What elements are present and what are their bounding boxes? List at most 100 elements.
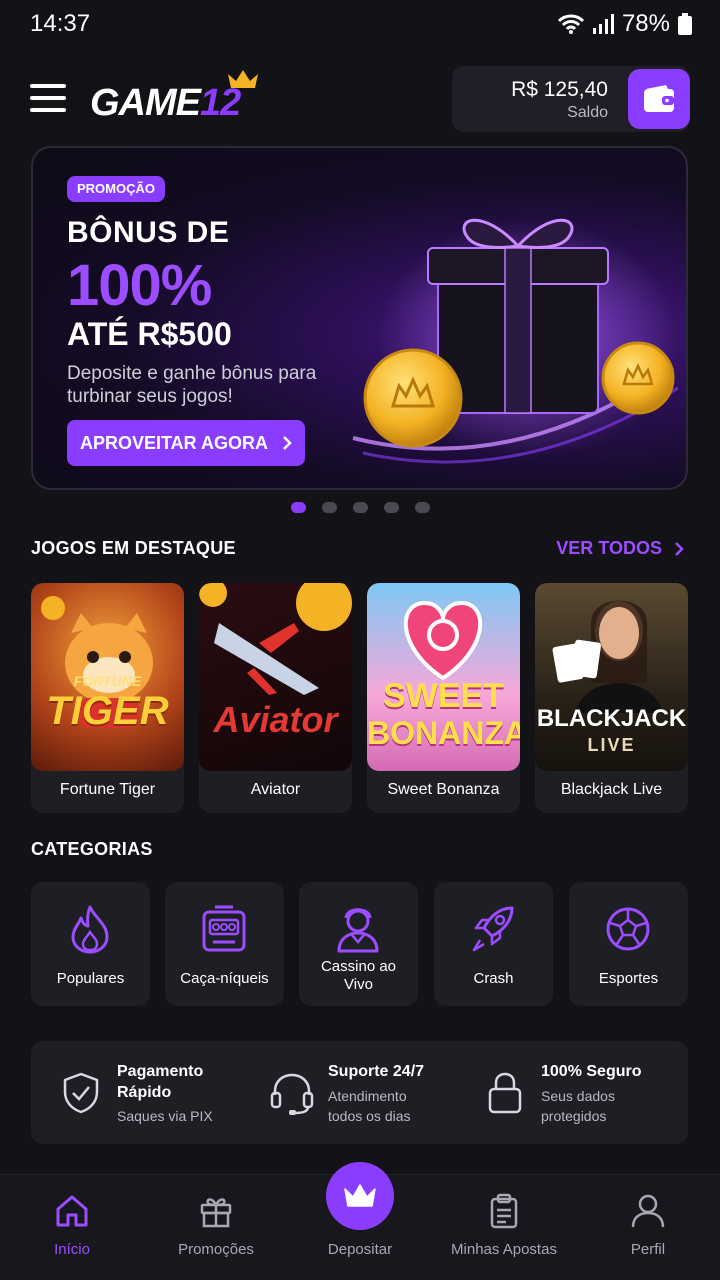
game-logo-text: BLACKJACK: [536, 705, 687, 732]
home-icon: [56, 1195, 88, 1227]
game-name: Aviator: [250, 781, 301, 798]
signal-icon: [592, 14, 614, 34]
game-card-blackjack-live[interactable]: BLACKJACK LIVE Blackjack Live: [535, 583, 688, 813]
game-card-fortune-tiger[interactable]: FORTUNE TIGER Fortune Tiger: [31, 583, 184, 813]
banner-dot[interactable]: [291, 502, 306, 513]
category-caca-niqueis[interactable]: Caça-níqueis: [165, 882, 284, 1006]
nav-label: Minhas Apostas: [451, 1241, 557, 1258]
game-thumbnail: BLACKJACK LIVE: [535, 583, 688, 771]
chevron-right-icon: [675, 541, 684, 556]
balance-label: Saldo: [567, 104, 608, 121]
promo-badge: PROMOÇÃO: [67, 176, 165, 202]
nav-my-bets[interactable]: Minhas Apostas: [432, 1175, 576, 1280]
categories-list: Populares Caça-níqueis Cassino ao Vivo C…: [31, 882, 688, 1006]
feature-subtitle: Seus dados protegidos: [541, 1088, 615, 1124]
balance-box[interactable]: R$ 125,40 Saldo: [452, 66, 690, 132]
banner-dot[interactable]: [322, 502, 337, 513]
category-label: Crash: [473, 970, 514, 987]
game-thumbnail: FORTUNE TIGER: [31, 583, 184, 771]
banner-subheadline: ATÉ R$500: [67, 316, 232, 352]
soccer-ball-icon: [606, 907, 650, 951]
banner-dot[interactable]: [384, 502, 399, 513]
shield-check-icon: [63, 1072, 99, 1114]
category-crash[interactable]: Crash: [434, 882, 553, 1006]
app-header: GAME12 R$ 125,40 Saldo: [30, 64, 690, 134]
claim-bonus-label: APROVEITAR AGORA: [79, 432, 268, 453]
banner-description: Deposite e ganhe bônus para turbinar seu…: [67, 363, 317, 407]
game-logo-text: Aviator: [213, 699, 338, 740]
banner-highlight: 100%: [67, 253, 212, 318]
headset-icon: [270, 1073, 314, 1115]
airplane-illustration: [199, 583, 352, 695]
category-cassino-ao-vivo[interactable]: Cassino ao Vivo: [299, 882, 418, 1006]
wallet-icon: [644, 85, 674, 112]
nav-promotions[interactable]: Promoções: [144, 1175, 288, 1280]
feature-subtitle: Saques via PIX: [117, 1108, 213, 1124]
game-name: Blackjack Live: [560, 781, 663, 798]
gift-icon: [200, 1198, 232, 1228]
category-label: Cassino ao Vivo: [320, 958, 397, 993]
battery-percent: 78%: [621, 10, 670, 37]
feature-support: Suporte 24/7 Atendimento todos os dias: [261, 1041, 471, 1144]
category-label: Populares: [56, 970, 125, 987]
nav-label: Depositar: [327, 1241, 393, 1258]
game-logo-text: FORTUNE: [73, 673, 142, 689]
deposit-button[interactable]: [326, 1162, 394, 1230]
featured-games-list: FORTUNE TIGER Fortune Tiger Aviator Avia…: [31, 583, 688, 813]
promo-banner[interactable]: PROMOÇÃO BÔNUS DE 100% ATÉ R$500 Deposit…: [31, 146, 688, 490]
game-thumbnail: SWEET BONANZA: [367, 583, 520, 771]
user-icon: [631, 1194, 665, 1228]
game-card-aviator[interactable]: Aviator Aviator: [199, 583, 352, 813]
nav-profile[interactable]: Perfil: [576, 1175, 720, 1280]
lock-icon: [488, 1072, 522, 1114]
feature-fast-payment: Pagamento Rápido Saques via PIX: [31, 1041, 251, 1144]
balance-amount: R$ 125,40: [511, 78, 608, 101]
features-strip: Pagamento Rápido Saques via PIX Suporte …: [31, 1041, 688, 1144]
feature-title: 100% Seguro: [541, 1063, 642, 1080]
gift-coins-illustration: [352, 218, 679, 464]
crown-icon: [228, 70, 258, 88]
banner-dot[interactable]: [415, 502, 430, 513]
game-card-sweet-bonanza[interactable]: SWEET BONANZA Sweet Bonanza: [367, 583, 520, 813]
banner-dot[interactable]: [353, 502, 368, 513]
feature-title: Suporte 24/7: [328, 1063, 425, 1080]
feature-security: 100% Seguro Seus dados protegidos: [481, 1041, 681, 1144]
game-name: Fortune Tiger: [59, 781, 156, 798]
clipboard-icon: [490, 1193, 518, 1229]
see-all-link[interactable]: VER TODOS: [556, 538, 684, 559]
feature-title: Pagamento Rápido: [117, 1063, 204, 1101]
nav-label: Início: [54, 1241, 90, 1258]
menu-icon[interactable]: [30, 84, 66, 112]
categories-title: CATEGORIAS: [31, 839, 153, 859]
see-all-label: VER TODOS: [556, 538, 662, 558]
wifi-icon: [557, 14, 584, 34]
category-label: Caça-níqueis: [180, 970, 269, 987]
nav-deposit[interactable]: Depositar: [288, 1162, 432, 1280]
game-thumbnail: Aviator: [199, 583, 352, 771]
game-name: Sweet Bonanza: [387, 781, 500, 798]
logo-text: GAME: [90, 82, 201, 124]
feature-subtitle: Atendimento todos os dias: [328, 1088, 411, 1124]
live-dealer-icon: [337, 908, 379, 953]
wallet-button[interactable]: [628, 69, 690, 129]
flame-icon: [71, 905, 109, 954]
game12-logo[interactable]: GAME12: [90, 68, 270, 128]
rocket-icon: [472, 906, 514, 952]
nav-label: Promoções: [178, 1241, 254, 1258]
bottom-navigation: Início Promoções Depositar Minhas Aposta…: [0, 1162, 720, 1280]
category-populares[interactable]: Populares: [31, 882, 150, 1006]
featured-games-title: JOGOS EM DESTAQUE: [31, 538, 236, 558]
chevron-right-icon: [283, 436, 292, 450]
status-time: 14:37: [30, 10, 91, 37]
game-logo-text: SWEET: [383, 677, 504, 715]
banner-pagination: [291, 502, 430, 513]
nav-label: Perfil: [630, 1241, 666, 1258]
claim-bonus-button[interactable]: APROVEITAR AGORA: [67, 420, 305, 466]
status-icons: 78%: [557, 10, 692, 38]
battery-icon: [678, 13, 692, 35]
slot-machine-icon: [202, 905, 246, 952]
game-logo-text: BONANZA: [367, 715, 520, 751]
nav-home[interactable]: Início: [0, 1175, 144, 1280]
category-esportes[interactable]: Esportes: [569, 882, 688, 1006]
game-logo-text: TIGER: [46, 689, 169, 733]
